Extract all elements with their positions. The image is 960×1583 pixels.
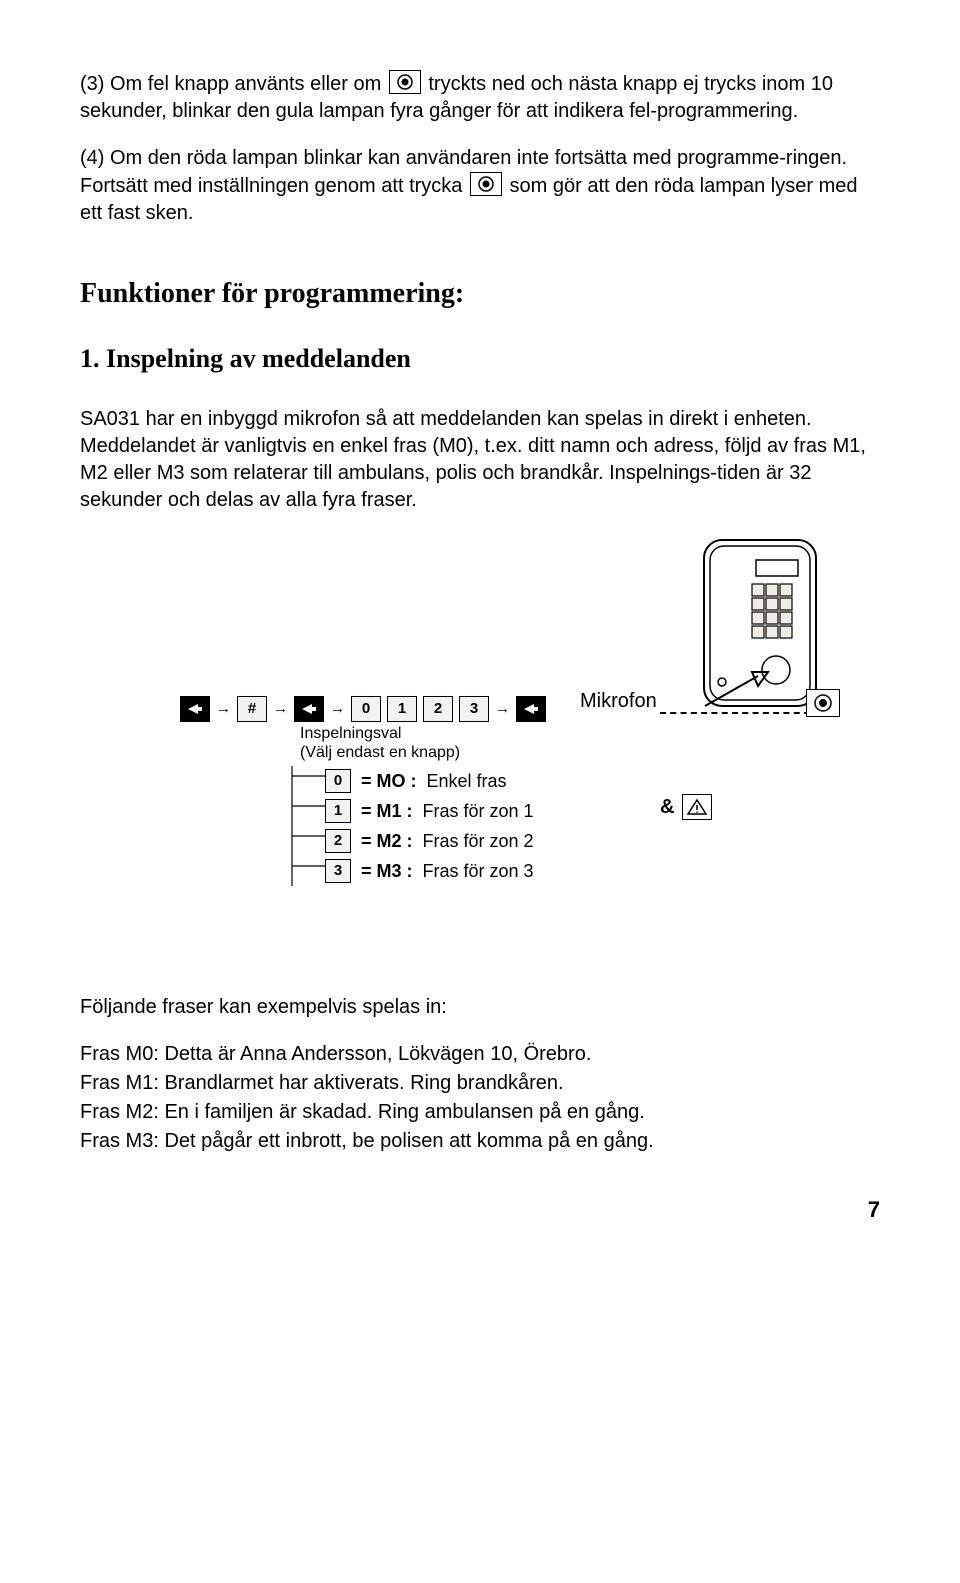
ampersand: &	[660, 794, 674, 821]
choice-key: 3	[325, 859, 351, 883]
key-1: 1	[387, 696, 417, 722]
paragraph-4: (4) Om den röda lampan blinkar kan använ…	[80, 145, 880, 227]
bracket-lines	[290, 766, 330, 904]
example-phrases: Fras M0: Detta är Anna Andersson, Lökväg…	[80, 1041, 880, 1155]
page-number: 7	[80, 1195, 880, 1225]
pointer-icon	[180, 696, 210, 722]
choice-key: 1	[325, 799, 351, 823]
choice-row: 3 = M3 : Fras för zon 3	[325, 856, 534, 886]
subsection-heading: 1. Inspelning av meddelanden	[80, 341, 880, 376]
microphone-label: Mikrofon	[580, 688, 657, 715]
key-sequence: → # → → 0 1 2 3 →	[180, 696, 546, 722]
pointer-icon	[294, 696, 324, 722]
choice-row: 2 = M2 : Fras för zon 2	[325, 826, 534, 856]
choice-text: Fras för zon 3	[423, 859, 534, 883]
choice-text: Fras för zon 2	[423, 829, 534, 853]
key-2: 2	[423, 696, 453, 722]
choice-code: = MO :	[361, 769, 417, 793]
choice-row: 0 = MO : Enkel fras	[325, 766, 534, 796]
amp-group: &	[660, 794, 712, 821]
choice-table: 0 = MO : Enkel fras 1 = M1 : Fras för zo…	[325, 766, 534, 886]
key-3: 3	[459, 696, 489, 722]
arrow-icon: →	[216, 699, 231, 719]
choice-code: = M3 :	[361, 859, 413, 883]
section-heading: Funktioner för programmering:	[80, 275, 880, 313]
arrow-icon: →	[330, 699, 345, 719]
circle-down-icon	[470, 172, 502, 196]
inspelningsval-label: Inspelningsval (Välj endast en knapp)	[300, 724, 460, 762]
paragraph-3: (3) Om fel knapp använts eller om tryckt…	[80, 70, 880, 125]
paragraph-3a-text: (3) Om fel knapp använts eller om	[80, 73, 381, 95]
intro-paragraph: SA031 har en inbyggd mikrofon så att med…	[80, 406, 880, 514]
circle-button-icon	[806, 689, 840, 717]
choice-code: = M2 :	[361, 829, 413, 853]
phrase-m2: Fras M2: En i familjen är skadad. Ring a…	[80, 1099, 880, 1126]
hash-key: #	[237, 696, 267, 722]
phrase-m3: Fras M3: Det pågår ett inbrott, be polis…	[80, 1128, 880, 1155]
choice-code: = M1 :	[361, 799, 413, 823]
pointer-icon	[516, 696, 546, 722]
triangle-warning-icon	[682, 794, 712, 820]
dash-line	[660, 712, 810, 714]
choice-text: Fras för zon 1	[423, 799, 534, 823]
choice-key: 0	[325, 769, 351, 793]
inspelningsval-line2: (Välj endast en knapp)	[300, 744, 460, 761]
phrase-m1: Fras M1: Brandlarmet har aktiverats. Rin…	[80, 1070, 880, 1097]
choice-row: 1 = M1 : Fras för zon 1	[325, 796, 534, 826]
choice-key: 2	[325, 829, 351, 853]
followup-intro: Följande fraser kan exempelvis spelas in…	[80, 994, 880, 1021]
recording-diagram: Mikrofon → # → → 0 1 2 3 → Inspelningsva…	[80, 534, 880, 914]
circle-down-icon	[389, 70, 421, 94]
choice-text: Enkel fras	[427, 769, 507, 793]
arrow-icon: →	[273, 699, 288, 719]
key-0: 0	[351, 696, 381, 722]
arrow-icon: →	[495, 699, 510, 719]
inspelningsval-line1: Inspelningsval	[300, 725, 401, 742]
phrase-m0: Fras M0: Detta är Anna Andersson, Lökväg…	[80, 1041, 880, 1068]
